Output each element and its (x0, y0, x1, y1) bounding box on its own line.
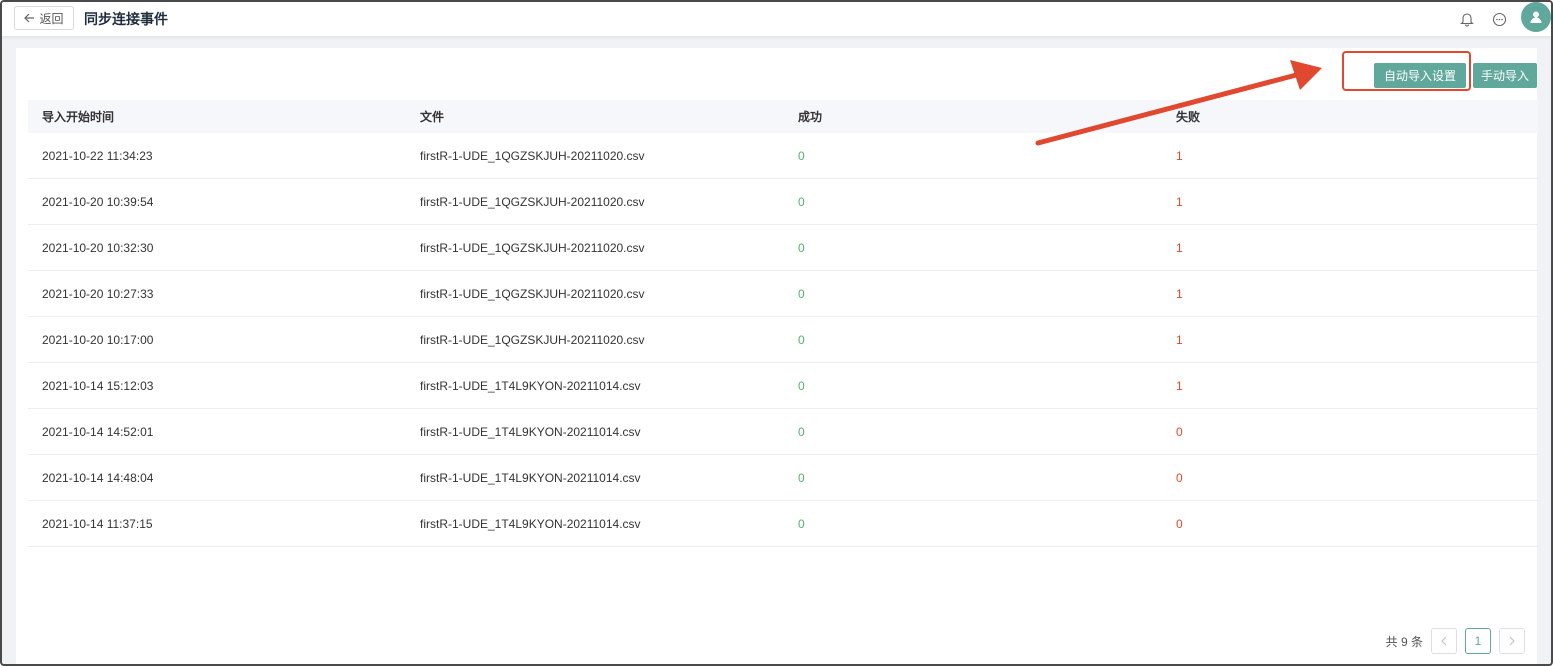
pagination-total: 共 9 条 (1385, 634, 1423, 649)
cell-success: 0 (798, 194, 805, 209)
annotation-arrow-icon (1035, 60, 1322, 146)
cell-file: firstR-1-UDE_1T4L9KYON-20211014.csv (420, 378, 641, 393)
cell-file: firstR-1-UDE_1QGZSKJUH-20211020.csv (420, 194, 645, 209)
page-number-button[interactable]: 1 (1465, 628, 1491, 654)
cell-time: 2021-10-20 10:27:33 (42, 286, 154, 301)
table-row: 2021-10-20 10:39:54 firstR-1-UDE_1QGZSKJ… (28, 179, 1538, 225)
app-window: 返回 同步连接事件 自动导入设置 手动导入 导入开始时间 文件 成功 失败 20… (0, 0, 1553, 666)
next-page-button[interactable] (1499, 628, 1525, 654)
chevron-right-icon (1508, 636, 1516, 646)
cell-success: 0 (798, 286, 805, 301)
cell-success: 0 (798, 470, 805, 485)
page-title: 同步连接事件 (84, 11, 168, 27)
column-header-file: 文件 (420, 110, 445, 124)
back-button[interactable]: 返回 (14, 6, 74, 30)
cell-time: 2021-10-14 14:52:01 (42, 424, 154, 439)
cell-success: 0 (798, 424, 805, 439)
cell-fail: 0 (1176, 424, 1183, 439)
cell-time: 2021-10-22 11:34:23 (42, 148, 153, 163)
cell-file: firstR-1-UDE_1T4L9KYON-20211014.csv (420, 470, 641, 485)
cell-fail: 1 (1176, 378, 1183, 393)
cell-file: firstR-1-UDE_1QGZSKJUH-20211020.csv (420, 286, 645, 301)
table-row: 2021-10-14 14:52:01 firstR-1-UDE_1T4L9KY… (28, 409, 1538, 455)
cell-fail: 1 (1176, 194, 1183, 209)
top-bar: 返回 同步连接事件 (2, 2, 1551, 37)
cell-success: 0 (798, 378, 805, 393)
cell-file: firstR-1-UDE_1QGZSKJUH-20211020.csv (420, 332, 645, 347)
cell-fail: 1 (1176, 240, 1183, 255)
manual-import-button[interactable]: 手动导入 (1473, 63, 1537, 88)
cell-time: 2021-10-14 11:37:15 (42, 516, 153, 531)
cell-fail: 1 (1176, 332, 1183, 347)
arrow-left-icon (24, 13, 35, 23)
cell-fail: 0 (1176, 470, 1183, 485)
cell-time: 2021-10-20 10:32:30 (42, 240, 154, 255)
cell-file: firstR-1-UDE_1T4L9KYON-20211014.csv (420, 424, 641, 439)
user-avatar-icon[interactable] (1521, 2, 1551, 32)
cell-file: firstR-1-UDE_1QGZSKJUH-20211020.csv (420, 240, 645, 255)
cell-time: 2021-10-14 15:12:03 (42, 378, 154, 393)
pagination: 共 9 条 1 (1386, 628, 1525, 654)
table-row: 2021-10-14 14:48:04 firstR-1-UDE_1T4L9KY… (28, 455, 1538, 501)
cell-fail: 1 (1176, 148, 1183, 163)
chevron-left-icon (1440, 636, 1448, 646)
annotation-highlight-box (1342, 51, 1471, 91)
column-header-start-time: 导入开始时间 (42, 110, 115, 124)
back-button-label: 返回 (39, 11, 64, 26)
table-row: 2021-10-14 15:12:03 firstR-1-UDE_1T4L9KY… (28, 363, 1538, 409)
cell-time: 2021-10-20 10:17:00 (42, 332, 154, 347)
bell-icon[interactable] (1459, 11, 1475, 27)
cell-time: 2021-10-20 10:39:54 (42, 194, 154, 209)
cell-time: 2021-10-14 14:48:04 (42, 470, 154, 485)
table-row: 2021-10-20 10:27:33 firstR-1-UDE_1QGZSKJ… (28, 271, 1538, 317)
cell-file: firstR-1-UDE_1T4L9KYON-20211014.csv (420, 516, 641, 531)
events-table: 导入开始时间 文件 成功 失败 2021-10-22 11:34:23 firs… (28, 100, 1538, 547)
chat-icon[interactable] (1491, 11, 1507, 27)
table-row: 2021-10-20 10:32:30 firstR-1-UDE_1QGZSKJ… (28, 225, 1538, 271)
cell-fail: 0 (1176, 516, 1183, 531)
table-row: 2021-10-14 11:37:15 firstR-1-UDE_1T4L9KY… (28, 501, 1538, 547)
table-row: 2021-10-20 10:17:00 firstR-1-UDE_1QGZSKJ… (28, 317, 1538, 363)
prev-page-button[interactable] (1431, 628, 1457, 654)
cell-success: 0 (798, 148, 805, 163)
cell-success: 0 (798, 332, 805, 347)
cell-fail: 1 (1176, 286, 1183, 301)
cell-success: 0 (798, 516, 805, 531)
cell-success: 0 (798, 240, 805, 255)
cell-file: firstR-1-UDE_1QGZSKJUH-20211020.csv (420, 148, 645, 163)
